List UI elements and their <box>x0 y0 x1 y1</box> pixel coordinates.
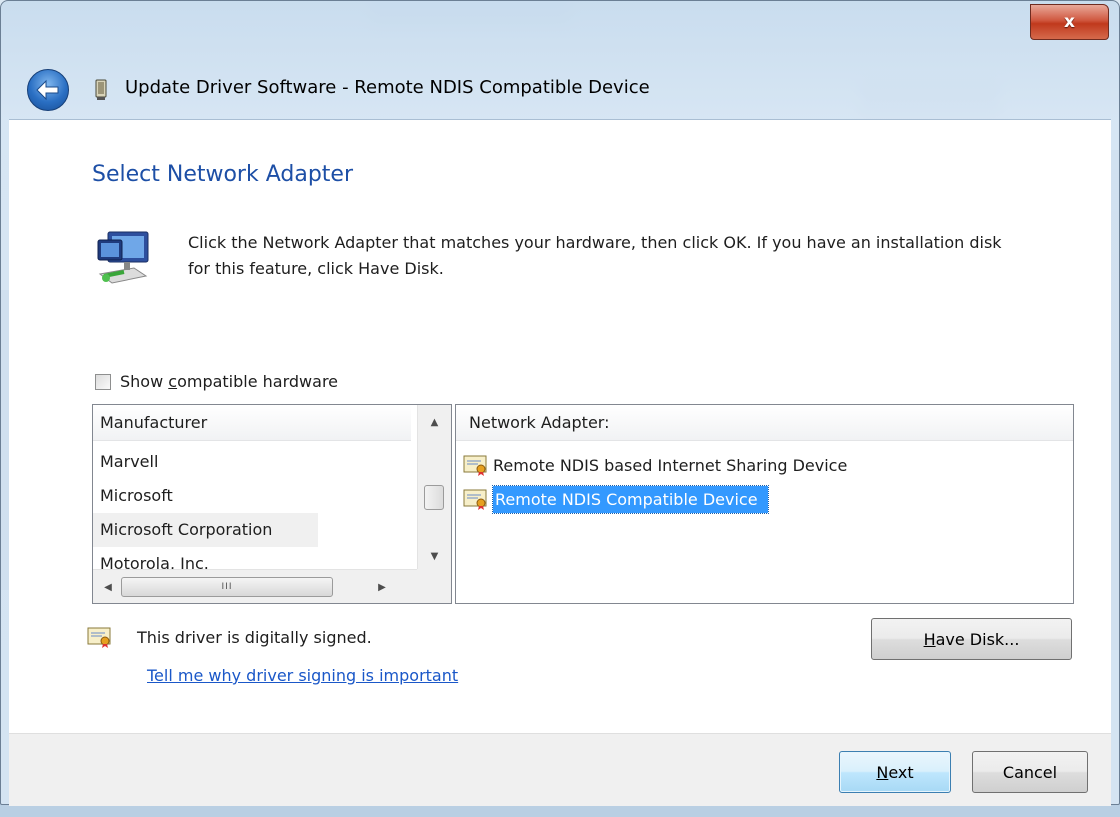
show-compatible-checkbox[interactable] <box>95 373 111 390</box>
driver-signing-link[interactable]: Tell me why driver signing is important <box>147 666 458 685</box>
network-adapter-icon <box>97 231 149 284</box>
scroll-corner <box>417 569 451 603</box>
list-item[interactable]: Remote NDIS based Internet Sharing Devic… <box>463 449 851 481</box>
vertical-scrollbar[interactable]: ▲ ▼ <box>417 405 451 569</box>
network-adapter-header: Network Adapter: <box>456 405 1073 441</box>
scroll-left-icon[interactable]: ◀ <box>97 570 119 603</box>
horizontal-scrollbar[interactable]: ◀ III ▶ <box>93 569 451 603</box>
certificate-icon <box>463 489 487 510</box>
certificate-icon <box>87 627 111 648</box>
adapter-label: Remote NDIS Compatible Device <box>492 484 769 514</box>
manufacturer-header: Manufacturer <box>93 405 411 441</box>
page-title: Select Network Adapter <box>92 162 353 187</box>
scroll-up-icon[interactable]: ▲ <box>418 409 451 435</box>
scroll-thumb[interactable] <box>424 485 444 510</box>
show-compatible-row[interactable]: Show compatible hardware <box>95 372 338 391</box>
signing-status-text: This driver is digitally signed. <box>137 627 372 647</box>
list-item[interactable]: Microsoft <box>100 479 173 513</box>
back-button[interactable] <box>27 69 69 111</box>
close-button[interactable]: x <box>1030 4 1109 40</box>
scroll-right-icon[interactable]: ▶ <box>371 570 393 603</box>
network-adapter-list[interactable]: Network Adapter: Remote NDIS based Inter… <box>455 404 1074 604</box>
show-compatible-label: Show compatible hardware <box>120 372 339 391</box>
list-item[interactable]: Marvell <box>100 445 158 479</box>
manufacturer-list[interactable]: Manufacturer Marvell Microsoft Microsoft… <box>92 404 452 604</box>
cancel-button[interactable]: Cancel <box>972 751 1088 793</box>
list-item-selected[interactable]: Microsoft Corporation <box>93 513 318 547</box>
certificate-icon <box>463 455 487 476</box>
update-driver-dialog: x Update Driver Software - Remote NDIS C… <box>0 0 1120 806</box>
grip-icon: III <box>221 582 233 592</box>
window-title: Update Driver Software - Remote NDIS Com… <box>125 77 650 98</box>
list-item-selected[interactable]: Remote NDIS Compatible Device <box>463 483 769 515</box>
wizard-content: Select Network Adapter Click the Network… <box>9 119 1111 734</box>
scroll-thumb[interactable]: III <box>121 577 333 597</box>
nav-bar: Update Driver Software - Remote NDIS Com… <box>1 53 1120 119</box>
back-arrow-icon <box>36 79 59 101</box>
instructions-text: Click the Network Adapter that matches y… <box>188 233 1002 278</box>
next-button[interactable]: Next <box>839 751 951 793</box>
signing-status: This driver is digitally signed. <box>87 625 372 649</box>
have-disk-button[interactable]: Have Disk... <box>871 618 1072 660</box>
scroll-down-icon[interactable]: ▼ <box>418 543 451 569</box>
adapter-label: Remote NDIS based Internet Sharing Devic… <box>493 455 848 475</box>
wizard-footer: Next Cancel <box>9 733 1111 806</box>
device-icon <box>95 79 107 100</box>
close-icon: x <box>1064 12 1075 32</box>
